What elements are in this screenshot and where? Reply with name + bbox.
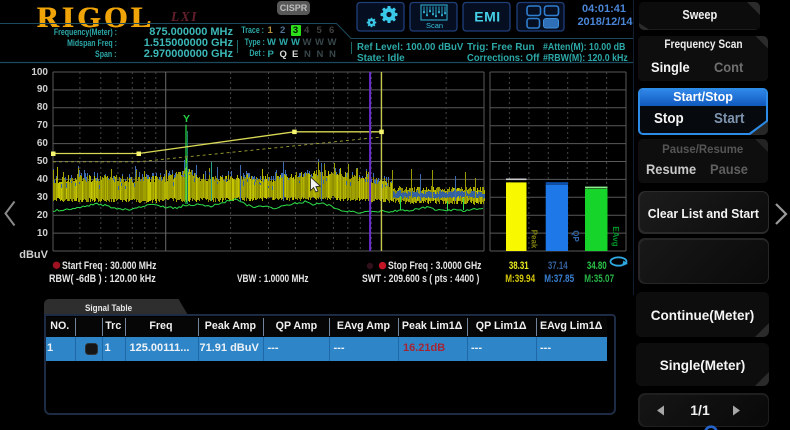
svg-text:Scan: Scan: [426, 21, 443, 30]
svg-text:Y: Y: [183, 113, 190, 125]
svg-text:QP: QP: [571, 230, 580, 242]
svg-text:Peak: Peak: [530, 230, 539, 249]
svg-text:EAvg: EAvg: [611, 226, 620, 246]
svg-text:EMI: EMI: [474, 9, 500, 25]
